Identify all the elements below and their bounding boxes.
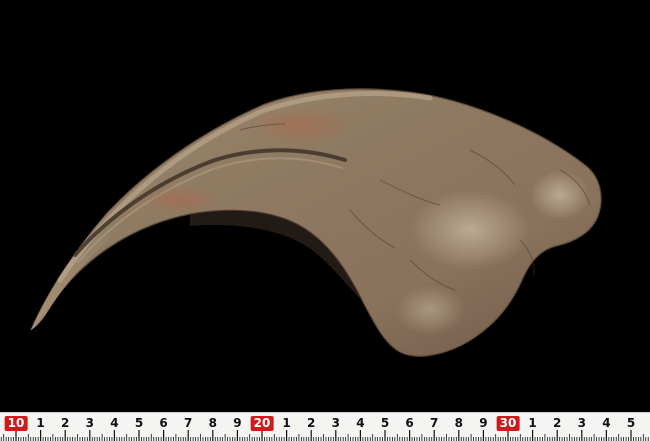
reddish-patch: [245, 107, 355, 143]
ruler-label: 7: [184, 416, 193, 430]
ruler-label: 9: [233, 416, 242, 430]
ruler-label: 4: [356, 416, 365, 430]
ruler-label: 3: [331, 416, 340, 430]
ruler-major-label: 20: [250, 416, 274, 431]
ruler-label: 2: [61, 416, 70, 430]
claw-tip: [31, 210, 124, 330]
base-highlight: [395, 285, 465, 335]
ruler-label: 4: [110, 416, 119, 430]
ruler-label: 1: [36, 416, 45, 430]
ruler-label: 9: [479, 416, 488, 430]
ruler-label: 8: [208, 416, 217, 430]
ruler-label: 5: [134, 416, 144, 430]
ruler-label: 5: [380, 416, 390, 430]
base-highlight: [410, 190, 530, 270]
ruler-label: 8: [454, 416, 463, 430]
ruler-label: 7: [430, 416, 439, 430]
ruler-major-label: 30: [496, 416, 520, 431]
ruler-label: 4: [602, 416, 611, 430]
ruler-major-label: 10: [4, 416, 28, 431]
ruler-label: 3: [577, 416, 586, 430]
ruler-label: 6: [159, 416, 168, 430]
ruler-label: 2: [307, 416, 316, 430]
ruler-label: 1: [528, 416, 537, 430]
ruler-label: 6: [405, 416, 414, 430]
ruler-label: 1: [282, 416, 291, 430]
measuring-ruler: 10 1 2 3 4 5 6 7 8 9 20 1 2 3 4 5 6 7 8 9 30 1 2 3 4 5: [0, 412, 650, 441]
reddish-patch: [140, 186, 220, 214]
fossil-photo: [30, 88, 602, 357]
ruler-label: 5: [626, 416, 636, 430]
ruler-label: 2: [553, 416, 562, 430]
ruler-label: 3: [85, 416, 94, 430]
base-highlight: [530, 170, 590, 220]
